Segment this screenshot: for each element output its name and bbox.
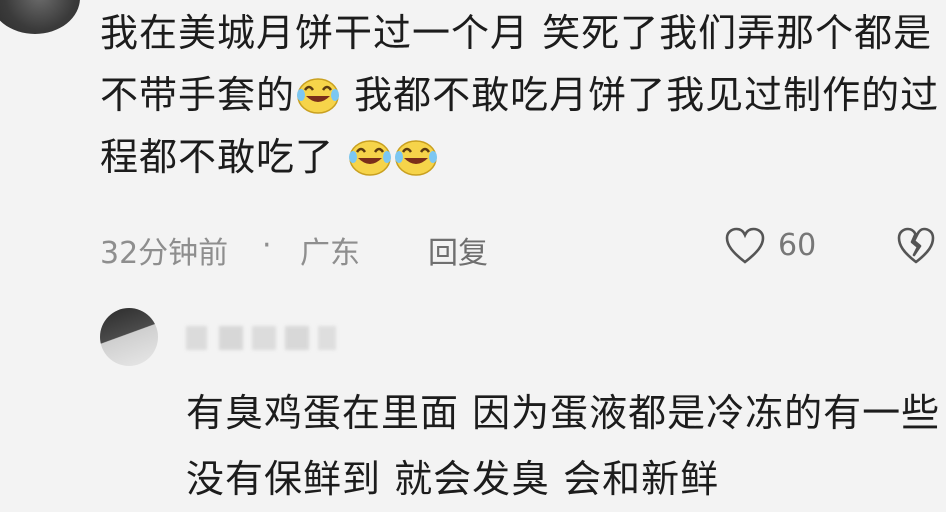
- laugh-cry-emoji-icon: [295, 76, 341, 114]
- heart-icon[interactable]: [724, 226, 766, 266]
- broken-heart-icon[interactable]: [896, 226, 936, 266]
- laugh-cry-emoji-icon: [393, 138, 439, 176]
- comment-meta-row: 32分钟前 · 广东 回复 60: [100, 222, 940, 272]
- reply-button[interactable]: 回复: [428, 228, 488, 272]
- meta-separator: ·: [262, 228, 272, 263]
- comment-location: 广东: [300, 236, 360, 271]
- reply-username-blurred: [186, 326, 336, 350]
- laugh-cry-emoji-icon: [347, 138, 393, 176]
- comment-time: 32分钟前: [100, 236, 229, 271]
- reply-text: 有臭鸡蛋在里面 因为蛋液都是冷冻的有一些没有保鲜到 就会发臭 会和新鲜: [186, 391, 941, 501]
- comment-text: 我在美城月饼干过一个月 笑死了我们弄那个都是不带手套的 我都不敢吃月饼了我见过制…: [100, 2, 940, 188]
- commenter-avatar[interactable]: [0, 0, 80, 34]
- reply-avatar[interactable]: [100, 308, 158, 366]
- like-count: 60: [778, 228, 817, 263]
